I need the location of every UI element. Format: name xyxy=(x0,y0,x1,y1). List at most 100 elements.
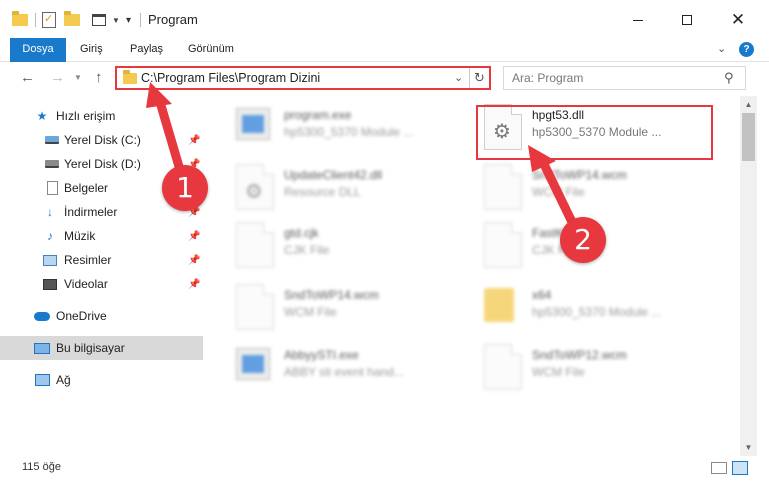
sidebar-item-quick-access[interactable]: ★ Hızlı erişim xyxy=(0,104,203,128)
star-icon: ★ xyxy=(36,109,48,123)
sidebar-item-label: Belgeler xyxy=(64,181,109,195)
file-name: gtd.cjk xyxy=(284,226,319,240)
file-description: CJK File xyxy=(284,243,330,257)
sidebar-item-onedrive[interactable]: OneDrive xyxy=(0,304,203,328)
vertical-scrollbar[interactable]: ▲ ▼ xyxy=(740,96,757,456)
details-view-icon[interactable] xyxy=(711,462,727,474)
videos-icon xyxy=(42,276,58,292)
address-bar[interactable]: C:\Program Files\Program Dizini ⌄ ↻ xyxy=(115,66,491,90)
file-icon xyxy=(484,344,522,390)
sidebar-item-local-disk-c[interactable]: Yerel Disk (C:) 📌 xyxy=(0,128,203,152)
document-icon xyxy=(44,180,60,196)
file-description: hp5300_5370 Module ... xyxy=(284,125,414,139)
chevron-down-icon[interactable]: ▼ xyxy=(112,11,120,29)
exe-icon xyxy=(236,108,270,140)
pictures-icon xyxy=(42,252,58,268)
close-button[interactable]: ✕ xyxy=(715,0,761,40)
sidebar-item-this-pc[interactable]: Bu bilgisayar xyxy=(0,336,203,360)
chevron-down-icon[interactable]: ⌄ xyxy=(454,71,463,84)
refresh-icon[interactable]: ↻ xyxy=(469,68,489,88)
scroll-up-icon[interactable]: ▲ xyxy=(740,96,757,113)
help-icon[interactable]: ? xyxy=(739,42,754,57)
pin-icon[interactable]: 📌 xyxy=(188,279,200,290)
file-description: Resource DLL xyxy=(284,185,361,199)
navigation-pane: ★ Hızlı erişim Yerel Disk (C:) 📌 Yerel D… xyxy=(0,96,206,456)
toolbar-divider xyxy=(35,13,36,27)
file-name: SndToWP14.wcm xyxy=(284,288,379,302)
tab-view[interactable]: Görünüm xyxy=(180,38,242,62)
scroll-down-icon[interactable]: ▼ xyxy=(740,439,757,456)
back-arrow-icon[interactable]: ← xyxy=(20,69,35,86)
scrollbar-thumb[interactable] xyxy=(742,113,755,161)
disk-icon xyxy=(44,156,60,172)
new-folder-icon[interactable] xyxy=(64,11,80,29)
file-name: AbbyySTI.exe xyxy=(284,348,359,362)
music-icon: ♪ xyxy=(47,229,53,243)
file-item[interactable]: program.exe hp5300_5370 Module ... xyxy=(232,102,462,154)
view-icon[interactable] xyxy=(92,11,106,29)
callout-number-1: 1 xyxy=(162,165,208,211)
file-item[interactable]: x64 hp5300_5370 Module ... xyxy=(480,282,710,334)
ribbon: Dosya Giriş Paylaş Görünüm ⌄ ? xyxy=(0,38,769,62)
tab-file[interactable]: Dosya xyxy=(10,38,66,62)
computer-icon xyxy=(34,340,50,356)
search-box[interactable]: Ara: Program ⚲ xyxy=(503,66,746,90)
sidebar-item-videos[interactable]: Videolar 📌 xyxy=(0,272,203,296)
tab-home[interactable]: Giriş xyxy=(72,38,111,62)
recent-locations-icon[interactable]: ▼ xyxy=(74,73,82,82)
tab-share[interactable]: Paylaş xyxy=(122,38,171,62)
sidebar-item-label: Bu bilgisayar xyxy=(56,341,125,355)
download-icon: ↓ xyxy=(47,205,53,219)
onedrive-icon xyxy=(34,308,50,324)
file-description: hp5300_5370 Module ... xyxy=(532,305,662,319)
sidebar-item-pictures[interactable]: Resimler 📌 xyxy=(0,248,203,272)
file-icon xyxy=(236,222,274,268)
up-arrow-icon[interactable]: ↑ xyxy=(95,69,103,86)
sidebar-item-label: Müzik xyxy=(64,229,96,243)
folder-icon xyxy=(12,11,28,29)
pin-icon[interactable]: 📌 xyxy=(188,231,200,242)
address-path[interactable]: C:\Program Files\Program Dizini xyxy=(141,71,320,85)
file-name: UpdateClient42.dll xyxy=(284,168,383,182)
customize-toolbar-icon[interactable]: ▾ xyxy=(126,11,131,29)
maximize-button[interactable] xyxy=(664,0,710,40)
sidebar-item-label: İndirmeler xyxy=(64,205,118,219)
close-icon: ✕ xyxy=(730,10,746,29)
window-title: Program xyxy=(148,12,198,27)
file-name: SndToWP12.wcm xyxy=(532,348,627,362)
maximize-icon xyxy=(682,15,692,25)
folder-icon xyxy=(123,70,137,84)
minimize-icon xyxy=(633,19,643,21)
search-icon[interactable]: ⚲ xyxy=(724,70,734,86)
file-item[interactable]: ⚙ UpdateClient42.dll Resource DLL xyxy=(232,162,462,214)
sidebar-item-label: OneDrive xyxy=(56,309,107,323)
pin-icon[interactable]: 📌 xyxy=(188,255,200,266)
toolbar-divider xyxy=(140,13,141,27)
folder-icon xyxy=(484,288,514,322)
item-count: 115 öğe xyxy=(22,461,61,473)
file-item[interactable]: AbbyySTI.exe ABBY sti event hand... xyxy=(232,342,462,394)
file-item[interactable]: SndToWP14.wcm WCM File xyxy=(232,282,462,334)
sidebar-item-music[interactable]: ♪ Müzik 📌 xyxy=(0,224,203,248)
expand-ribbon-icon[interactable]: ⌄ xyxy=(717,42,726,55)
network-icon xyxy=(34,372,50,388)
forward-arrow-icon[interactable]: → xyxy=(50,69,65,86)
file-item[interactable]: gtd.cjk CJK File xyxy=(232,220,462,272)
properties-icon[interactable] xyxy=(42,11,56,29)
file-description: ABBY sti event hand... xyxy=(284,365,404,379)
pin-icon[interactable]: 📌 xyxy=(188,135,200,146)
file-item[interactable]: SndToWP12.wcm WCM File xyxy=(480,342,710,394)
highlight-box xyxy=(476,105,713,160)
minimize-button[interactable] xyxy=(615,0,661,40)
sidebar-item-label: Resimler xyxy=(64,253,112,267)
sidebar-item-network[interactable]: Ağ xyxy=(0,368,203,392)
sidebar-item-label: Ağ xyxy=(56,373,71,387)
sidebar-item-label: Hızlı erişim xyxy=(56,109,116,123)
exe-icon xyxy=(236,348,270,380)
file-icon xyxy=(484,164,522,210)
file-description: WCM File xyxy=(532,185,585,199)
large-icons-view-icon[interactable] xyxy=(732,461,748,475)
file-item[interactable]: SndToWP14.wcm WCM File xyxy=(480,162,710,214)
file-name: SndToWP14.wcm xyxy=(532,168,627,182)
search-input[interactable]: Ara: Program xyxy=(512,71,583,85)
